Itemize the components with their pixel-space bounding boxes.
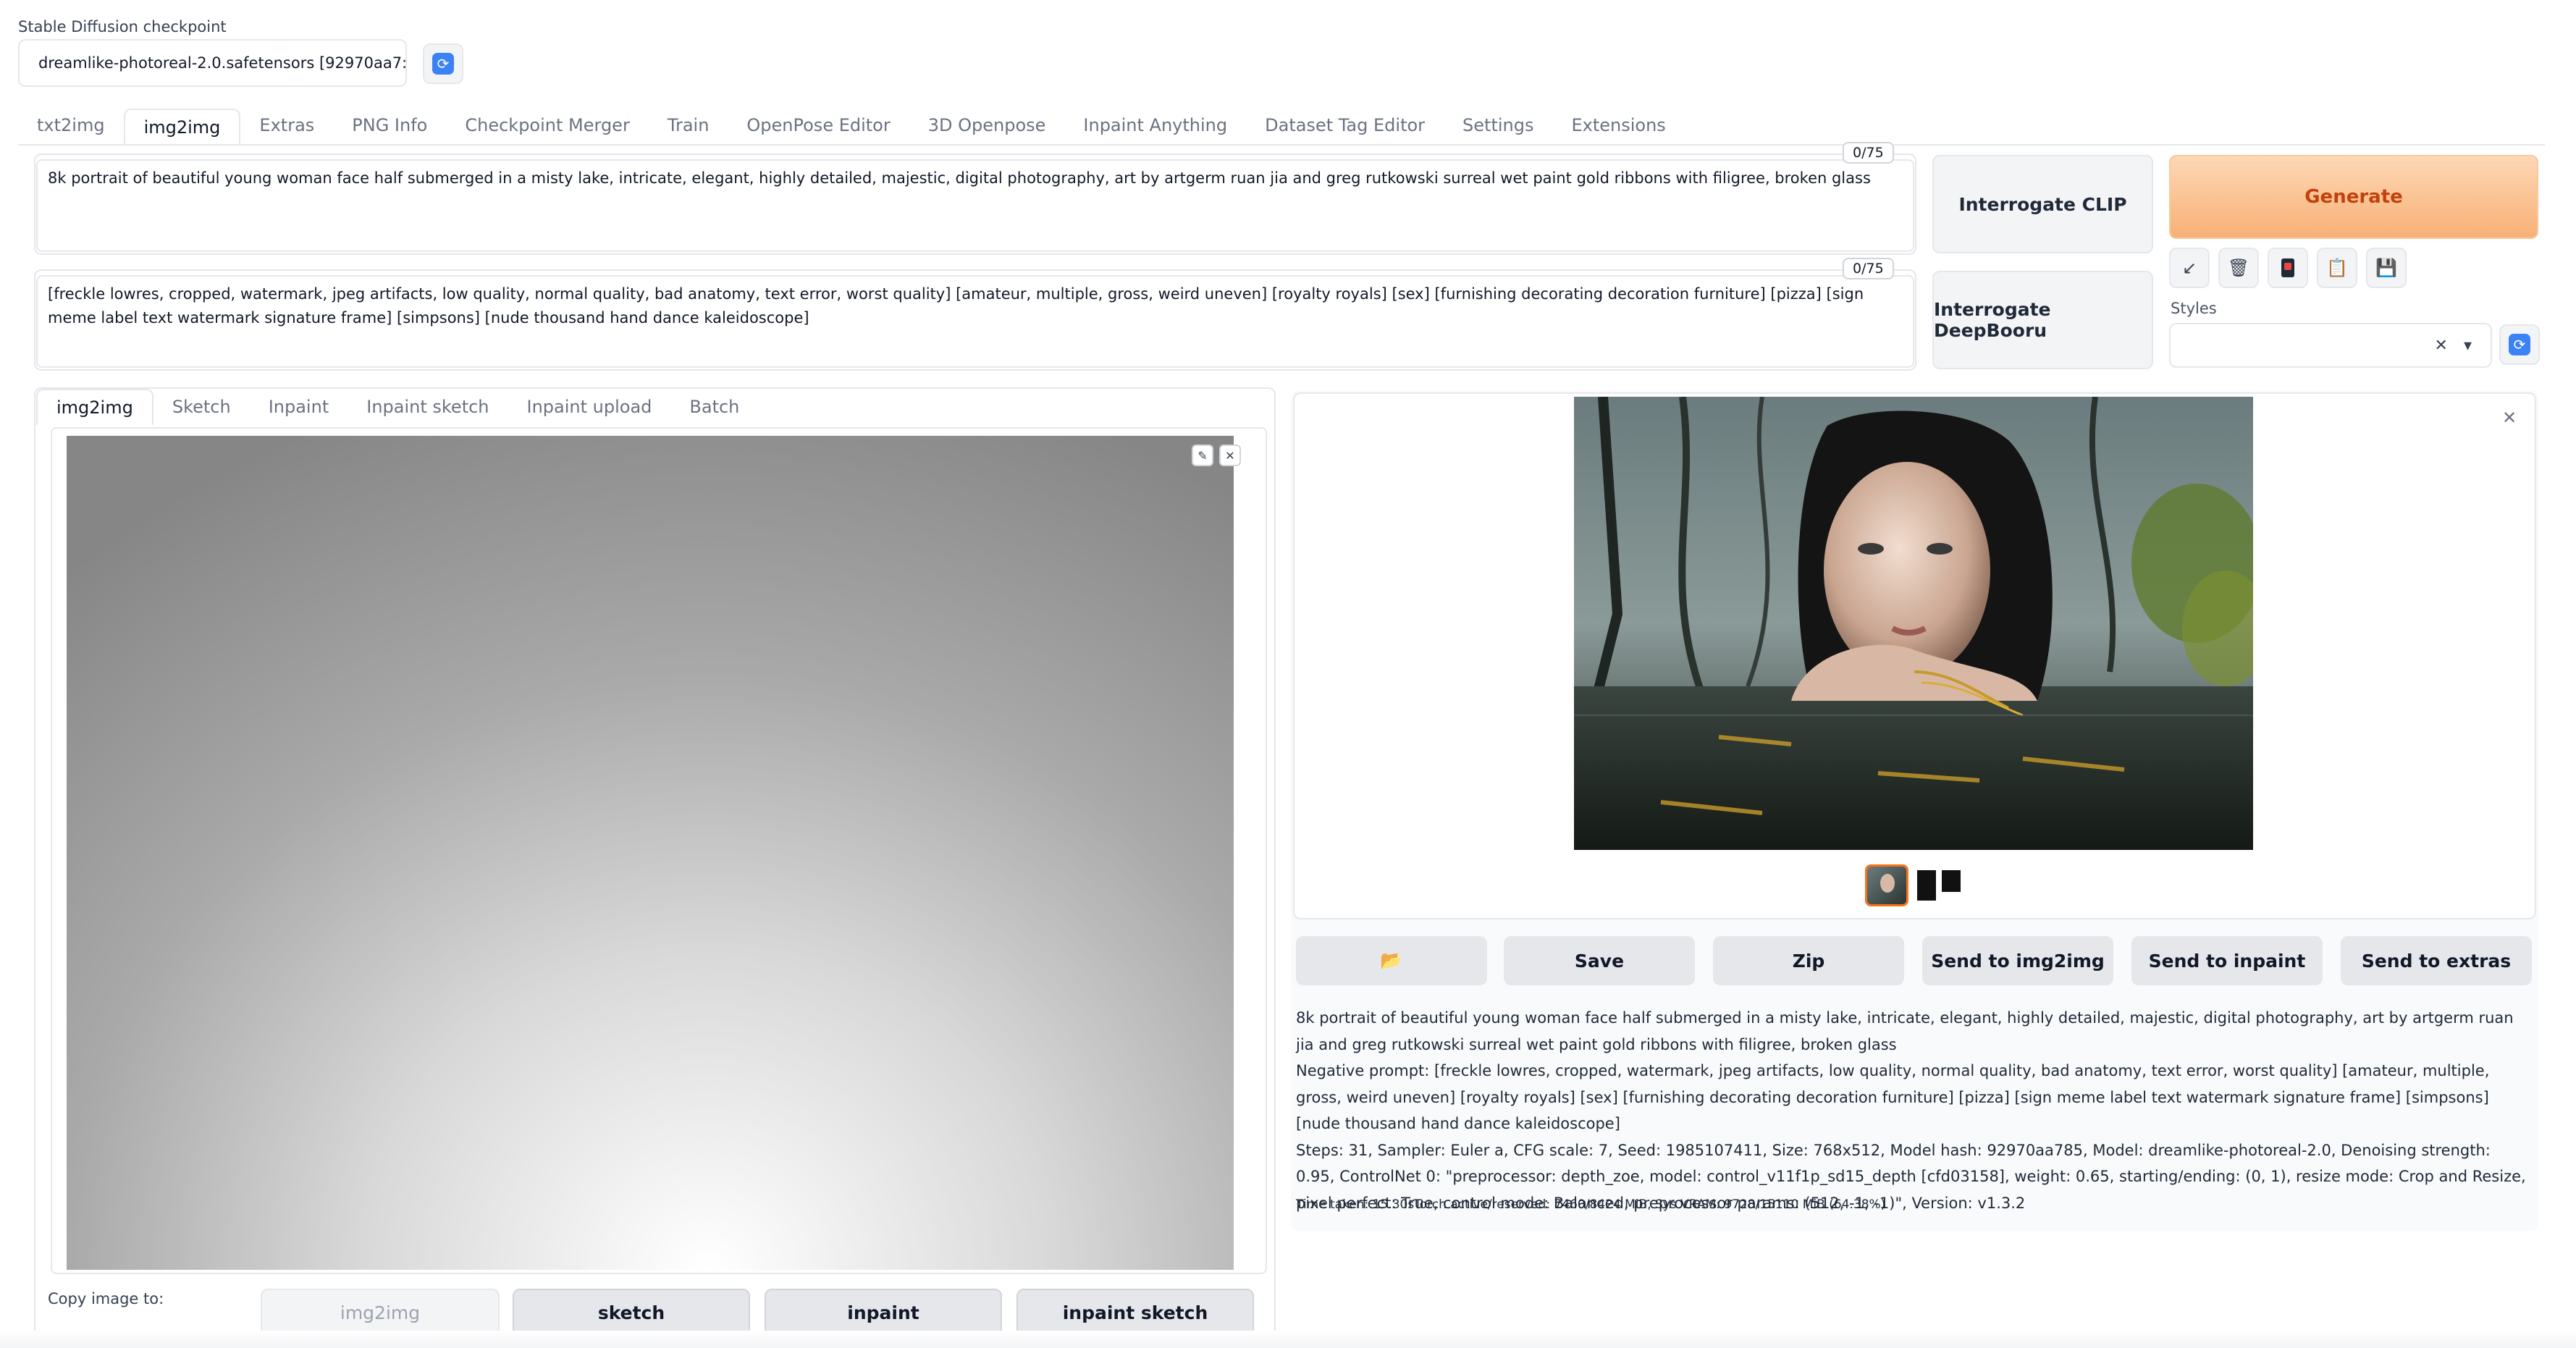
tab-inpaint-anything[interactable]: Inpaint Anything <box>1064 107 1246 143</box>
copy-image-label: Copy image to: <box>48 1290 164 1307</box>
tab-txt2img[interactable]: txt2img <box>18 107 124 143</box>
tab-extras[interactable]: Extras <box>240 107 333 143</box>
checkpoint-value: dreamlike-photoreal-2.0.safetensors [929… <box>38 54 407 72</box>
checkpoint-label: Stable Diffusion checkpoint <box>18 18 227 35</box>
styles-dropdown[interactable]: ✕ ▾ <box>2169 323 2492 368</box>
tabs-divider <box>18 144 2545 146</box>
trash-icon: 🗑 <box>2227 258 2250 278</box>
refresh-checkpoint-button[interactable]: ⟳ <box>423 43 463 84</box>
copy-to-inpaint-button[interactable]: inpaint <box>765 1289 1002 1336</box>
tab-dataset-tag-editor[interactable]: Dataset Tag Editor <box>1246 107 1444 143</box>
tab-img2img[interactable]: img2img <box>123 109 241 145</box>
styles-label: Styles <box>2171 300 2217 317</box>
interrogate-clip-button[interactable]: Interrogate CLIP <box>1932 155 2153 253</box>
negative-prompt-token-counter: 0/75 <box>1843 258 1894 279</box>
negative-prompt-input[interactable]: [freckle lowres, cropped, watermark, jpe… <box>36 275 1914 368</box>
tab-checkpoint-merger[interactable]: Checkpoint Merger <box>446 107 648 143</box>
edit-image-button[interactable]: ✎ <box>1192 445 1213 466</box>
arrow-down-left-icon: ↙ <box>2181 258 2197 278</box>
copy-to-img2img-button[interactable]: img2img <box>261 1289 500 1336</box>
tab-png-info[interactable]: PNG Info <box>333 107 446 143</box>
pencil-icon: ✎ <box>1197 448 1208 463</box>
output-image[interactable] <box>1574 397 2253 850</box>
info-negative-prompt: Negative prompt: [freckle lowres, croppe… <box>1296 1062 2490 1132</box>
prompt-token-counter: 0/75 <box>1843 142 1894 164</box>
img2img-sub-tabs: img2img Sketch Inpaint Inpaint sketch In… <box>36 389 758 425</box>
thumbnail-image <box>1867 867 1906 904</box>
gallery-thumbnail-1[interactable] <box>1865 864 1908 906</box>
apply-style-button[interactable]: 📋 <box>2317 248 2357 288</box>
subtab-batch[interactable]: Batch <box>670 389 758 425</box>
clear-styles-icon[interactable]: ✕ <box>2435 337 2448 355</box>
save-style-button[interactable]: 💾 <box>2366 248 2407 288</box>
folder-icon: 📂 <box>1380 950 1403 971</box>
page-bottom-edge <box>0 1331 2576 1348</box>
refresh-icon: ⟳ <box>2509 334 2530 355</box>
woman-in-lake-image <box>1574 397 2253 850</box>
subtab-sketch[interactable]: Sketch <box>153 389 250 425</box>
tab-openpose-editor[interactable]: OpenPose Editor <box>728 107 909 143</box>
generation-info: 8k portrait of beautiful young woman fac… <box>1296 1005 2527 1216</box>
subtab-img2img[interactable]: img2img <box>36 389 153 425</box>
tab-settings[interactable]: Settings <box>1444 107 1552 143</box>
info-prompt: 8k portrait of beautiful young woman fac… <box>1296 1009 2514 1053</box>
refresh-styles-button[interactable]: ⟳ <box>2499 324 2540 365</box>
tab-3d-openpose[interactable]: 3D Openpose <box>909 107 1065 143</box>
send-to-img2img-button[interactable]: Send to img2img <box>1922 936 2113 985</box>
close-icon: ✕ <box>1225 448 1235 463</box>
open-folder-button[interactable]: 📂 <box>1296 936 1487 985</box>
checkpoint-dropdown[interactable]: dreamlike-photoreal-2.0.safetensors [929… <box>18 39 407 87</box>
send-to-extras-button[interactable]: Send to extras <box>2341 936 2532 985</box>
tab-train[interactable]: Train <box>649 107 728 143</box>
chevron-down-icon: ▾ <box>2463 336 2472 355</box>
time-taken-info: Time taken: 15.30sTorch active/reserved:… <box>1296 1197 1886 1212</box>
gallery-thumbnail-2[interactable] <box>1917 864 1961 906</box>
main-tabs: txt2img img2img Extras PNG Info Checkpoi… <box>18 107 1685 145</box>
zip-button[interactable]: Zip <box>1713 936 1904 985</box>
read-params-button[interactable]: ↙ <box>2169 248 2210 288</box>
clipboard-icon: 📋 <box>2326 258 2348 278</box>
send-to-inpaint-button[interactable]: Send to inpaint <box>2131 936 2323 985</box>
copy-to-inpaint-sketch-button[interactable]: inpaint sketch <box>1016 1289 1254 1336</box>
input-image-canvas[interactable] <box>67 436 1234 1270</box>
extra-networks-button[interactable] <box>2268 248 2308 288</box>
close-gallery-icon[interactable]: ✕ <box>2499 407 2520 429</box>
generate-button[interactable]: Generate <box>2169 155 2538 239</box>
prompt-input[interactable]: 8k portrait of beautiful young woman fac… <box>36 159 1914 252</box>
subtab-inpaint-upload[interactable]: Inpaint upload <box>508 389 671 425</box>
subtab-inpaint-sketch[interactable]: Inpaint sketch <box>348 389 508 425</box>
copy-to-sketch-button[interactable]: sketch <box>513 1289 750 1336</box>
interrogate-deepbooru-button[interactable]: Interrogate DeepBooru <box>1932 271 2153 369</box>
save-button[interactable]: Save <box>1504 936 1695 985</box>
red-card-icon <box>2281 258 2294 277</box>
tab-extensions[interactable]: Extensions <box>1552 107 1684 143</box>
floppy-disk-icon: 💾 <box>2375 258 2397 278</box>
refresh-icon: ⟳ <box>432 53 454 75</box>
remove-image-button[interactable]: ✕ <box>1219 445 1241 466</box>
depth-map-thumbnail <box>1917 864 1961 906</box>
clear-prompt-button[interactable]: 🗑 <box>2218 248 2259 288</box>
subtab-inpaint[interactable]: Inpaint <box>250 389 348 425</box>
